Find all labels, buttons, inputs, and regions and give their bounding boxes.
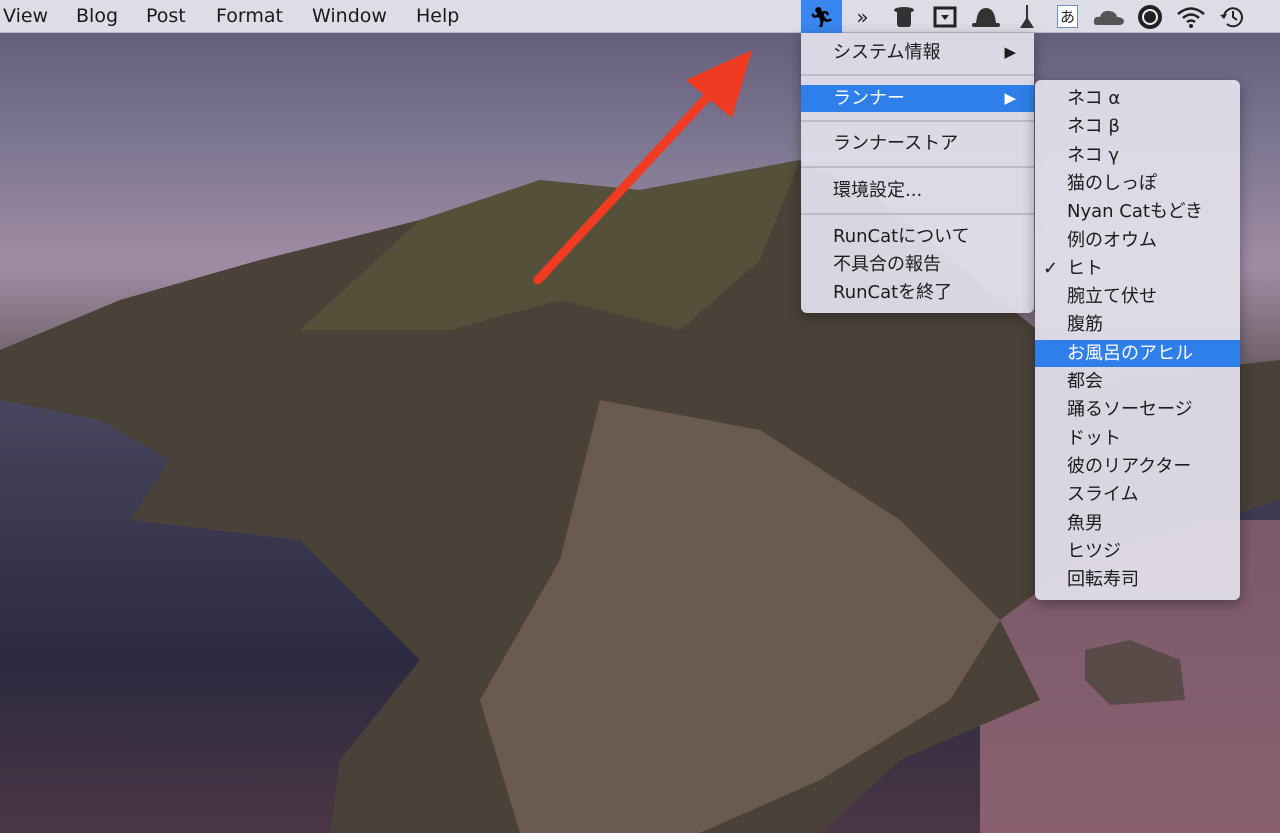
checkmark-icon: ✓ xyxy=(1043,257,1059,279)
runner-option[interactable]: 彼のリアクター xyxy=(1035,453,1240,480)
runner-option-label: 腹筋 xyxy=(1067,314,1103,336)
runner-option[interactable]: ネコ α xyxy=(1035,85,1240,112)
runner-option[interactable]: ✓ ヒト xyxy=(1035,255,1240,282)
runner-option-label: ヒト xyxy=(1067,257,1103,279)
runner-option[interactable]: 猫のしっぽ xyxy=(1035,170,1240,197)
runner-option-label: 彼のリアクター xyxy=(1067,455,1192,477)
runner-option-label: ヒツジ xyxy=(1067,540,1121,562)
menu-item-quit[interactable]: RunCatを終了 xyxy=(801,279,1034,306)
menu-item-preferences[interactable]: 環境設定... xyxy=(801,177,1034,204)
chevron-arrows-icon[interactable]: » xyxy=(842,0,883,33)
menu-item-report-bug[interactable]: 不具合の報告 xyxy=(801,251,1034,278)
runner-option[interactable]: ドット xyxy=(1035,425,1240,452)
runner-option[interactable]: 腹筋 xyxy=(1035,311,1240,338)
runcat-menu: システム情報 ▶ ランナー ▶ ランナーストア 環境設定... RunCatについて… xyxy=(801,33,1034,313)
runner-option[interactable]: 踊るソーセージ xyxy=(1035,396,1240,423)
runner-option[interactable]: Nyan Catもどき xyxy=(1035,198,1240,225)
runner-option-label: ネコ α xyxy=(1067,88,1121,109)
menu-bar: View Blog Post Format Window Help 🏃︎ » あ xyxy=(0,0,1280,33)
menu-separator xyxy=(801,120,1034,122)
runner-option[interactable]: 腕立て伏せ xyxy=(1035,283,1240,310)
menu-item-runner[interactable]: ランナー ▶ xyxy=(801,85,1034,112)
runner-option[interactable]: ネコ β xyxy=(1035,113,1240,140)
runner-option-label: 猫のしっぽ xyxy=(1067,172,1157,194)
wifi-icon[interactable] xyxy=(1170,0,1211,33)
runner-option[interactable]: 都会 xyxy=(1035,368,1240,395)
runner-icon[interactable]: 🏃︎ xyxy=(801,0,842,33)
runner-option-label: 回転寿司 xyxy=(1067,569,1139,591)
menu-post[interactable]: Post xyxy=(146,5,186,27)
runner-option[interactable]: スライム xyxy=(1035,481,1240,508)
input-method-icon[interactable]: あ xyxy=(1047,0,1088,33)
runner-option-label: ドット xyxy=(1067,427,1121,449)
submenu-arrow-icon: ▶ xyxy=(1004,89,1016,107)
cloud-icon[interactable] xyxy=(1088,0,1129,33)
download-box-icon[interactable] xyxy=(924,0,965,33)
runner-option[interactable]: ネコ γ xyxy=(1035,142,1240,169)
runner-option-label: 魚男 xyxy=(1067,512,1103,534)
runner-option-label: ネコ β xyxy=(1067,116,1120,138)
top-hat-icon[interactable] xyxy=(883,0,924,33)
broom-icon[interactable] xyxy=(1006,0,1047,33)
menu-separator xyxy=(801,166,1034,168)
menu-separator xyxy=(801,74,1034,76)
runner-option[interactable]: 魚男 xyxy=(1035,510,1240,537)
runner-option[interactable]: お風呂のアヒル xyxy=(1035,339,1240,367)
runner-option-label: ネコ γ xyxy=(1067,144,1120,166)
menu-item-system-info[interactable]: システム情報 ▶ xyxy=(801,39,1034,66)
menu-blog[interactable]: Blog xyxy=(76,5,118,27)
runner-option[interactable]: 回転寿司 xyxy=(1035,566,1240,593)
runner-option-label: スライム xyxy=(1067,484,1139,506)
menu-window[interactable]: Window xyxy=(312,5,387,27)
time-machine-icon[interactable] xyxy=(1211,0,1252,33)
runner-submenu: ネコ α ネコ β ネコ γ 猫のしっぽ Nyan Catもどき 例のオウム ✓ ヒト腕立て伏… xyxy=(1035,80,1240,600)
sync-icon[interactable] xyxy=(1129,0,1170,33)
runner-option[interactable]: 例のオウム xyxy=(1035,227,1240,254)
menu-help[interactable]: Help xyxy=(416,5,459,27)
runner-option-label: 例のオウム xyxy=(1067,229,1157,251)
runner-option-label: 都会 xyxy=(1067,371,1103,392)
runner-option-label: お風呂のアヒル xyxy=(1067,342,1193,364)
menu-format[interactable]: Format xyxy=(216,5,283,27)
runner-option-label: Nyan Catもどき xyxy=(1067,201,1204,223)
menu-view[interactable]: View xyxy=(3,5,48,27)
runner-option[interactable]: ヒツジ xyxy=(1035,538,1240,565)
menu-separator xyxy=(801,213,1034,215)
menu-item-about[interactable]: RunCatについて xyxy=(801,223,1034,250)
runner-option-label: 腕立て伏せ xyxy=(1067,286,1157,308)
submenu-arrow-icon: ▶ xyxy=(1004,43,1016,61)
bowler-hat-icon[interactable] xyxy=(965,0,1006,33)
menu-item-runner-store[interactable]: ランナーストア xyxy=(801,130,1034,157)
runner-option-label: 踊るソーセージ xyxy=(1067,399,1193,421)
